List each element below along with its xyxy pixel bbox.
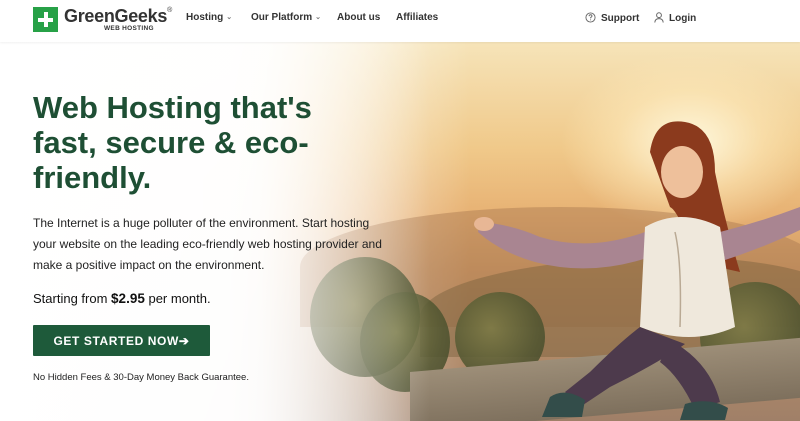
- login-label: Login: [669, 13, 697, 24]
- nav-login[interactable]: Login: [654, 12, 696, 24]
- question-circle-icon: [585, 12, 596, 23]
- get-started-button[interactable]: GET STARTED NOW➔: [33, 325, 210, 356]
- site-header: GreenGeeks® WEB HOSTING Hosting ⌄ Our Pla…: [0, 0, 800, 42]
- nav-our-platform-label: Our Platform: [251, 12, 313, 23]
- nav-about-us-label: About us: [337, 12, 381, 23]
- woman-hero-image: [474, 121, 800, 420]
- hero-intro: The Internet is a huge polluter of the e…: [33, 216, 382, 272]
- nav-hosting[interactable]: Hosting ⌄: [186, 12, 232, 23]
- nav-affiliates-label: Affiliates: [396, 12, 439, 23]
- greengeeks-logo[interactable]: GreenGeeks® WEB HOSTING: [33, 6, 172, 34]
- nav-about-us[interactable]: About us: [337, 12, 380, 23]
- nav-support[interactable]: Support: [585, 12, 639, 24]
- price-line: Starting from $2.95 per month.: [33, 291, 211, 306]
- chevron-down-icon: ⌄: [226, 14, 233, 21]
- logo-subtitle: WEB HOSTING: [104, 25, 154, 32]
- chevron-down-icon: ⌄: [315, 14, 321, 21]
- plus-logo-icon: [33, 7, 58, 32]
- price-prefix: Starting from: [33, 291, 108, 306]
- user-icon: [654, 12, 664, 23]
- guarantee-note: No Hidden Fees & 30-Day Money Back Guara…: [33, 372, 249, 383]
- hero-section: Web Hosting that's fast, secure & eco-fr…: [0, 42, 800, 421]
- nav-hosting-label: Hosting: [186, 12, 224, 23]
- nav-affiliates[interactable]: Affiliates: [396, 12, 438, 23]
- price-suffix: per month.: [148, 291, 211, 306]
- hero-headline: Web Hosting that's fast, secure & eco-fr…: [33, 90, 312, 195]
- price-value: $2.95: [111, 291, 145, 306]
- nav-our-platform[interactable]: Our Platform ⌄: [251, 12, 321, 23]
- support-label: Support: [601, 13, 640, 24]
- logo-wordmark: GreenGeeks®: [64, 6, 172, 26]
